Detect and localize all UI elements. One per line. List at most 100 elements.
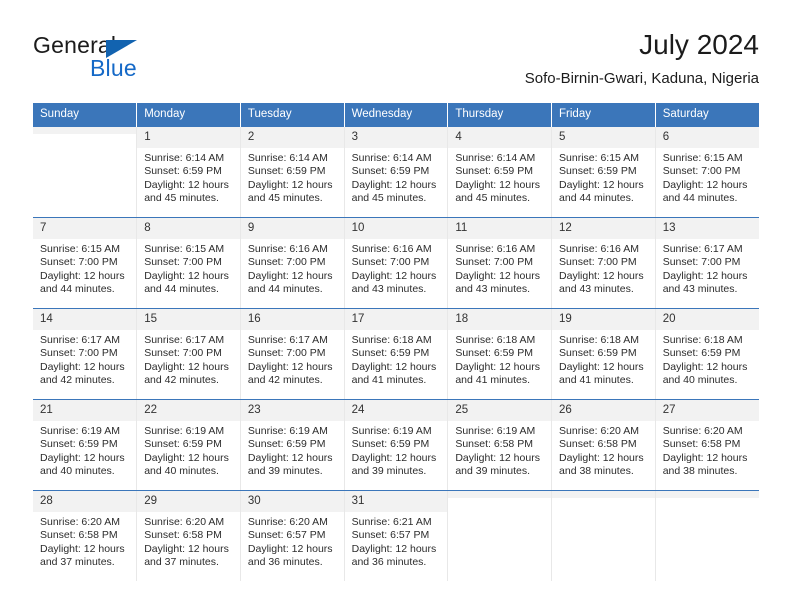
daylight-text: Daylight: 12 hours and 45 minutes. (455, 178, 540, 205)
sunset-text: Sunset: 7:00 PM (351, 256, 430, 269)
calendar-cell-inner: 6 Sunrise: 6:15 AM Sunset: 7:00 PM Daylight… (655, 127, 759, 217)
day-info: Sunrise: 6:18 AM Sunset: 6:59 PM Daylight:… (552, 330, 655, 388)
sunrise-text: Sunrise: 6:18 AM (559, 334, 639, 346)
calendar-cell-inner: 20 Sunrise: 6:18 AM Sunset: 6:59 PM Dayligh… (655, 309, 759, 399)
weekday-header-monday: Monday (136, 103, 241, 127)
calendar-cell-empty (551, 490, 656, 581)
calendar-day-cell[interactable]: 29 Sunrise: 6:20 AM Sunset: 6:58 PM Dayligh… (136, 490, 241, 581)
sunrise-text: Sunrise: 6:20 AM (559, 425, 639, 437)
calendar-day-cell[interactable]: 20 Sunrise: 6:18 AM Sunset: 6:59 PM Dayligh… (655, 308, 759, 400)
day-number (655, 491, 759, 498)
calendar-day-cell[interactable]: 19 Sunrise: 6:18 AM Sunset: 6:59 PM Dayligh… (551, 308, 656, 400)
daylight-text: Daylight: 12 hours and 43 minutes. (662, 269, 748, 296)
sunset-text: Sunset: 6:59 PM (144, 165, 222, 178)
calendar-day-cell[interactable]: 25 Sunrise: 6:19 AM Sunset: 6:58 PM Dayligh… (447, 399, 553, 491)
calendar-day-cell[interactable]: 18 Sunrise: 6:18 AM Sunset: 6:59 PM Dayligh… (447, 308, 553, 400)
calendar-day-cell[interactable]: 4 Sunrise: 6:14 AM Sunset: 6:59 PM Daylight… (447, 127, 553, 218)
calendar-day-cell[interactable]: 16 Sunrise: 6:17 AM Sunset: 7:00 PM Dayligh… (240, 308, 345, 400)
day-info: Sunrise: 6:14 AM Sunset: 6:59 PM Daylight:… (241, 148, 344, 206)
sunrise-text: Sunrise: 6:15 AM (40, 243, 120, 255)
calendar-day-cell[interactable]: 14 Sunrise: 6:17 AM Sunset: 7:00 PM Dayligh… (33, 308, 138, 400)
day-number: 11 (448, 218, 552, 239)
title-block: July 2024 Sofo-Birnin-Gwari, Kaduna, Nig… (525, 28, 759, 90)
calendar-day-cell[interactable]: 11 Sunrise: 6:16 AM Sunset: 7:00 PM Dayligh… (447, 217, 553, 309)
sunrise-text: Sunrise: 6:19 AM (351, 425, 432, 437)
calendar-cell-inner: 26 Sunrise: 6:20 AM Sunset: 6:58 PM Dayligh… (552, 400, 655, 490)
calendar-day-cell[interactable]: 2 Sunrise: 6:14 AM Sunset: 6:59 PM Daylight… (240, 127, 345, 218)
calendar-day-cell[interactable]: 15 Sunrise: 6:17 AM Sunset: 7:00 PM Dayligh… (136, 308, 241, 400)
daylight-text: Daylight: 12 hours and 40 minutes. (144, 451, 229, 478)
weekday-header-sunday: Sunday (33, 103, 138, 127)
calendar-day-cell[interactable]: 10 Sunrise: 6:16 AM Sunset: 7:00 PM Dayligh… (344, 217, 449, 309)
weekday-header-thursday: Thursday (447, 103, 553, 127)
calendar-day-cell[interactable]: 6 Sunrise: 6:15 AM Sunset: 7:00 PM Daylight… (655, 127, 759, 218)
day-info: Sunrise: 6:14 AM Sunset: 6:59 PM Daylight:… (345, 148, 448, 206)
calendar-day-cell[interactable]: 3 Sunrise: 6:14 AM Sunset: 6:59 PM Daylight… (344, 127, 449, 218)
calendar-day-cell[interactable]: 9 Sunrise: 6:16 AM Sunset: 7:00 PM Daylight… (240, 217, 345, 309)
day-number: 27 (655, 400, 759, 421)
day-number: 7 (33, 218, 137, 239)
sunrise-text: Sunrise: 6:17 AM (40, 334, 120, 346)
calendar-day-cell[interactable]: 26 Sunrise: 6:20 AM Sunset: 6:58 PM Dayligh… (551, 399, 656, 491)
weekday-header-wednesday: Wednesday (344, 103, 449, 127)
calendar-day-cell[interactable]: 8 Sunrise: 6:15 AM Sunset: 7:00 PM Daylight… (136, 217, 241, 309)
calendar-day-cell[interactable]: 17 Sunrise: 6:18 AM Sunset: 6:59 PM Dayligh… (344, 308, 449, 400)
daylight-text: Daylight: 12 hours and 39 minutes. (247, 451, 333, 478)
calendar-day-cell[interactable]: 22 Sunrise: 6:19 AM Sunset: 6:59 PM Dayligh… (136, 399, 241, 491)
sunset-text: Sunset: 7:00 PM (662, 256, 741, 269)
sunrise-text: Sunrise: 6:14 AM (144, 152, 225, 164)
day-number: 9 (240, 218, 344, 239)
day-number: 19 (552, 309, 655, 330)
day-number: 2 (240, 127, 344, 148)
daylight-text: Daylight: 12 hours and 39 minutes. (351, 451, 437, 478)
sunrise-text: Sunrise: 6:16 AM (559, 243, 639, 255)
sunrise-text: Sunrise: 6:14 AM (247, 152, 328, 164)
sunrise-text: Sunrise: 6:17 AM (144, 334, 225, 346)
calendar-cell-inner: 2 Sunrise: 6:14 AM Sunset: 6:59 PM Daylight… (240, 127, 344, 217)
sunrise-text: Sunrise: 6:19 AM (455, 425, 536, 437)
sunset-text: Sunset: 6:58 PM (455, 438, 533, 451)
day-info: Sunrise: 6:17 AM Sunset: 7:00 PM Daylight:… (137, 330, 240, 388)
day-info: Sunrise: 6:16 AM Sunset: 7:00 PM Daylight:… (241, 239, 344, 297)
calendar-day-cell[interactable]: 1 Sunrise: 6:14 AM Sunset: 6:59 PM Daylight… (136, 127, 241, 218)
day-info: Sunrise: 6:15 AM Sunset: 7:00 PM Daylight:… (656, 148, 759, 206)
sunset-text: Sunset: 6:59 PM (351, 347, 430, 360)
calendar-day-cell[interactable]: 31 Sunrise: 6:21 AM Sunset: 6:57 PM Dayligh… (344, 490, 449, 581)
calendar-day-cell[interactable]: 21 Sunrise: 6:19 AM Sunset: 6:59 PM Dayligh… (33, 399, 138, 491)
logo-text-blue: Blue (90, 55, 137, 81)
daylight-text: Daylight: 12 hours and 41 minutes. (455, 360, 540, 387)
sunrise-text: Sunrise: 6:16 AM (351, 243, 432, 255)
sunrise-text: Sunrise: 6:19 AM (247, 425, 328, 437)
daylight-text: Daylight: 12 hours and 42 minutes. (144, 360, 229, 387)
day-info: Sunrise: 6:14 AM Sunset: 6:59 PM Daylight:… (137, 148, 240, 206)
daylight-text: Daylight: 12 hours and 44 minutes. (559, 178, 644, 205)
sunrise-text: Sunrise: 6:20 AM (662, 425, 743, 437)
sunset-text: Sunset: 7:00 PM (662, 165, 741, 178)
calendar-day-cell[interactable]: 7 Sunrise: 6:15 AM Sunset: 7:00 PM Daylight… (33, 217, 138, 309)
day-info: Sunrise: 6:15 AM Sunset: 7:00 PM Daylight:… (137, 239, 240, 297)
calendar-day-cell[interactable]: 30 Sunrise: 6:20 AM Sunset: 6:57 PM Dayligh… (240, 490, 345, 581)
calendar-cell-inner: 22 Sunrise: 6:19 AM Sunset: 6:59 PM Dayligh… (137, 400, 240, 490)
calendar-day-cell[interactable]: 27 Sunrise: 6:20 AM Sunset: 6:58 PM Dayligh… (655, 399, 759, 491)
day-number: 8 (137, 218, 240, 239)
calendar-day-cell[interactable]: 13 Sunrise: 6:17 AM Sunset: 7:00 PM Dayligh… (655, 217, 759, 309)
calendar-day-cell[interactable]: 24 Sunrise: 6:19 AM Sunset: 6:59 PM Dayligh… (344, 399, 449, 491)
calendar-day-cell[interactable]: 28 Sunrise: 6:20 AM Sunset: 6:58 PM Dayligh… (33, 490, 138, 581)
daylight-text: Daylight: 12 hours and 39 minutes. (455, 451, 540, 478)
day-number: 15 (137, 309, 240, 330)
day-info: Sunrise: 6:16 AM Sunset: 7:00 PM Daylight:… (345, 239, 448, 297)
daylight-text: Daylight: 12 hours and 36 minutes. (247, 542, 333, 569)
calendar-day-cell[interactable]: 5 Sunrise: 6:15 AM Sunset: 6:59 PM Daylight… (551, 127, 656, 218)
calendar-day-cell[interactable]: 23 Sunrise: 6:19 AM Sunset: 6:59 PM Dayligh… (240, 399, 345, 491)
calendar-day-cell[interactable]: 12 Sunrise: 6:16 AM Sunset: 7:00 PM Dayligh… (551, 217, 656, 309)
sunset-text: Sunset: 6:59 PM (455, 165, 533, 178)
sunset-text: Sunset: 7:00 PM (559, 256, 637, 269)
calendar-body: 1 Sunrise: 6:14 AM Sunset: 6:59 PM Daylight… (33, 127, 759, 581)
weekday-header-row: Sunday Monday Tuesday Wednesday Thursday… (33, 103, 759, 127)
weekday-header-tuesday: Tuesday (240, 103, 345, 127)
calendar-cell-inner: 31 Sunrise: 6:21 AM Sunset: 6:57 PM Dayligh… (344, 491, 448, 581)
calendar-cell-inner: 30 Sunrise: 6:20 AM Sunset: 6:57 PM Dayligh… (240, 491, 344, 581)
calendar-cell-inner (655, 491, 759, 581)
general-blue-logo[interactable]: General Blue (33, 32, 213, 84)
day-number: 31 (344, 491, 448, 512)
